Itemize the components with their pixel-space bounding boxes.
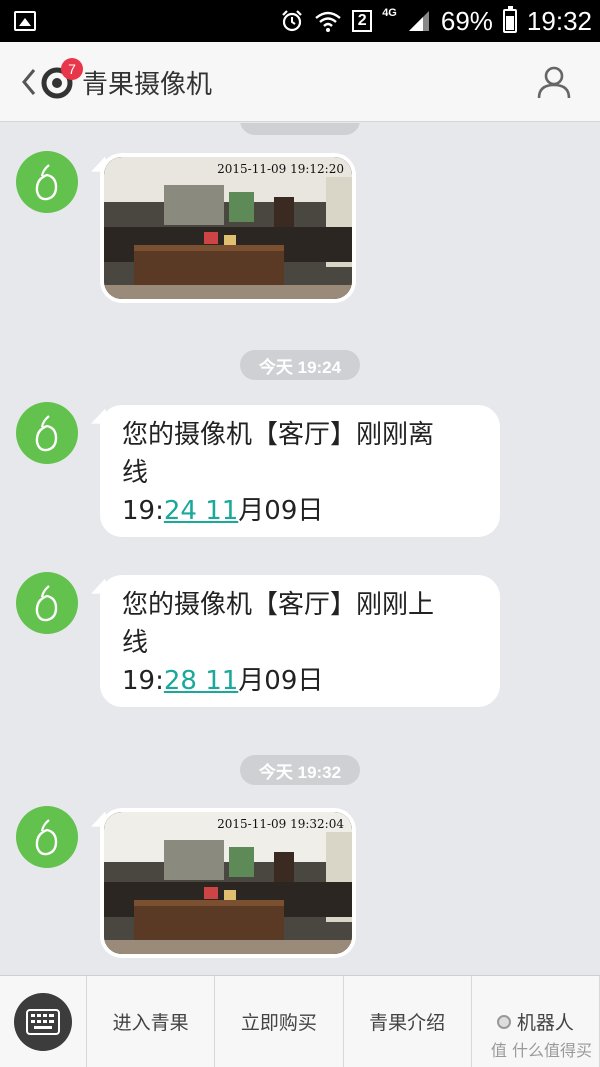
wifi-icon xyxy=(315,11,341,32)
menu-enter-qingguo[interactable]: 进入青果 xyxy=(87,976,216,1067)
user-profile-icon[interactable] xyxy=(536,64,572,100)
status-icons: 2 4G 69% 19:32 xyxy=(280,0,592,42)
watermark: 值 什么值得买 xyxy=(490,1041,592,1060)
message-text: 您的摄像机【客厅】刚刚上 线 19:28 11月09日 xyxy=(100,575,500,712)
time-prefix: 19: xyxy=(122,666,164,696)
menu-buy-now[interactable]: 立即购买 xyxy=(215,976,344,1067)
timestamp-pill: 今天 19:24 xyxy=(240,350,360,380)
unread-badge: 7 xyxy=(61,58,83,80)
network-type: 4G xyxy=(382,7,397,19)
date-suffix: 月09日 xyxy=(238,496,324,526)
message-time-line: 19:24 11月09日 xyxy=(122,492,480,530)
robot-icon xyxy=(496,1014,511,1029)
message-line: 您的摄像机【客厅】刚刚离 xyxy=(122,420,435,450)
qingguo-fruit-icon xyxy=(35,585,58,622)
phone-number-link[interactable]: 28 11 xyxy=(164,666,238,696)
page-title: 青果摄像机 xyxy=(82,70,213,100)
living-room-scene xyxy=(104,157,352,299)
text-message-bubble[interactable]: 您的摄像机【客厅】刚刚离 线 19:24 11月09日 xyxy=(100,405,500,537)
sim-slot-badge: 2 xyxy=(352,10,373,32)
qingguo-fruit-icon xyxy=(35,164,58,201)
keyboard-icon xyxy=(26,1008,60,1035)
image-message-bubble[interactable]: 2015-11-09 19:32:04 xyxy=(100,808,356,958)
bot-avatar[interactable] xyxy=(16,151,78,213)
bot-avatar[interactable] xyxy=(16,402,78,464)
keyboard-toggle-button[interactable] xyxy=(14,992,72,1051)
clock: 19:32 xyxy=(526,5,592,36)
message-time-line: 19:28 11月09日 xyxy=(122,662,480,700)
alarm-icon xyxy=(282,10,302,32)
message-line: 线 xyxy=(122,628,149,658)
bot-avatar[interactable] xyxy=(16,806,78,868)
camera-snapshot-image[interactable]: 2015-11-09 19:12:20 xyxy=(104,157,352,299)
camera-snapshot-image[interactable]: 2015-11-09 19:32:04 xyxy=(104,812,352,954)
status-bar: 2 4G 69% 19:32 xyxy=(0,0,600,42)
menu-qingguo-intro[interactable]: 青果介绍 xyxy=(344,976,472,1067)
living-room-scene xyxy=(104,812,352,954)
bottom-menu-bar: 进入青果 立即购买 青果介绍 机器人 值 什么值得买 xyxy=(0,975,600,1067)
phone-number-link[interactable]: 24 11 xyxy=(164,496,238,526)
photo-timestamp: 2015-11-09 19:12:20 xyxy=(217,162,344,176)
qingguo-fruit-icon xyxy=(35,415,58,452)
bot-avatar[interactable] xyxy=(16,572,78,634)
signal-icon xyxy=(408,11,429,31)
menu-robot-label: 机器人 xyxy=(516,1012,574,1034)
battery-icon xyxy=(502,6,517,33)
battery-percent: 69% xyxy=(440,5,493,36)
qingguo-fruit-icon xyxy=(35,819,58,856)
photo-timestamp: 2015-11-09 19:32:04 xyxy=(217,817,344,831)
keyboard-toggle-cell xyxy=(0,976,87,1067)
message-line: 线 xyxy=(122,458,149,488)
chat-header: 7 青果摄像机 xyxy=(0,42,600,122)
timestamp-pill-hidden xyxy=(240,123,360,135)
text-message-bubble[interactable]: 您的摄像机【客厅】刚刚上 线 19:28 11月09日 xyxy=(100,575,500,707)
message-text: 您的摄像机【客厅】刚刚离 线 19:24 11月09日 xyxy=(100,405,500,542)
chat-area[interactable]: 2015-11-09 19:12:20 今天 19:24 您的摄像机【客厅】刚刚… xyxy=(0,123,600,975)
date-suffix: 月09日 xyxy=(238,666,324,696)
time-prefix: 19: xyxy=(122,496,164,526)
timestamp-pill: 今天 19:32 xyxy=(240,755,360,785)
image-message-bubble[interactable]: 2015-11-09 19:12:20 xyxy=(100,153,356,303)
gallery-notification-icon xyxy=(14,11,36,31)
message-line: 您的摄像机【客厅】刚刚上 xyxy=(122,590,435,620)
